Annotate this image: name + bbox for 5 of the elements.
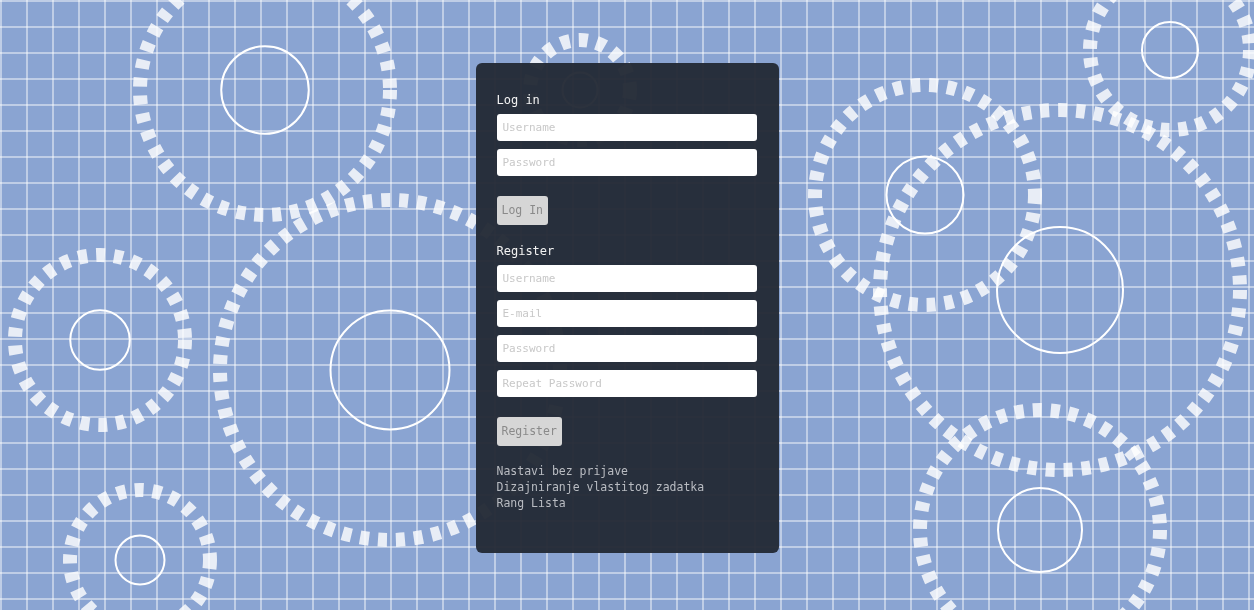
register-heading: Register	[496, 243, 556, 260]
nav-link[interactable]: Nastavi bez prijave	[496, 463, 629, 479]
nav-link[interactable]: Dizajniranje vlastitog zadatka	[496, 479, 705, 495]
login-heading: Log in	[496, 92, 541, 109]
nav-link[interactable]: Rang Lista	[496, 495, 566, 511]
